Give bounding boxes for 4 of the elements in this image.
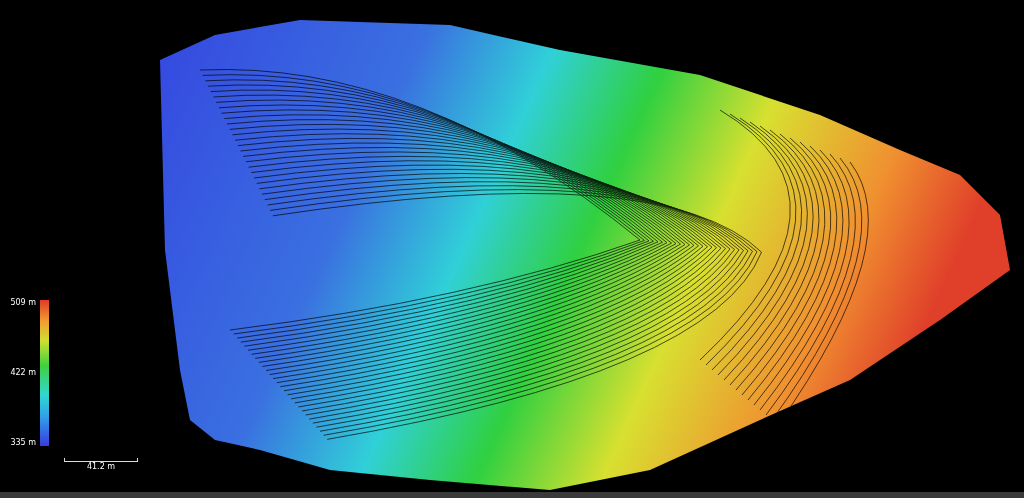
elevation-label: 422 m [10, 368, 36, 378]
scale-label: 41.2 m [86, 462, 116, 472]
elevation-label: 335 m [10, 438, 36, 448]
elevation-label: 509 m [10, 298, 36, 308]
